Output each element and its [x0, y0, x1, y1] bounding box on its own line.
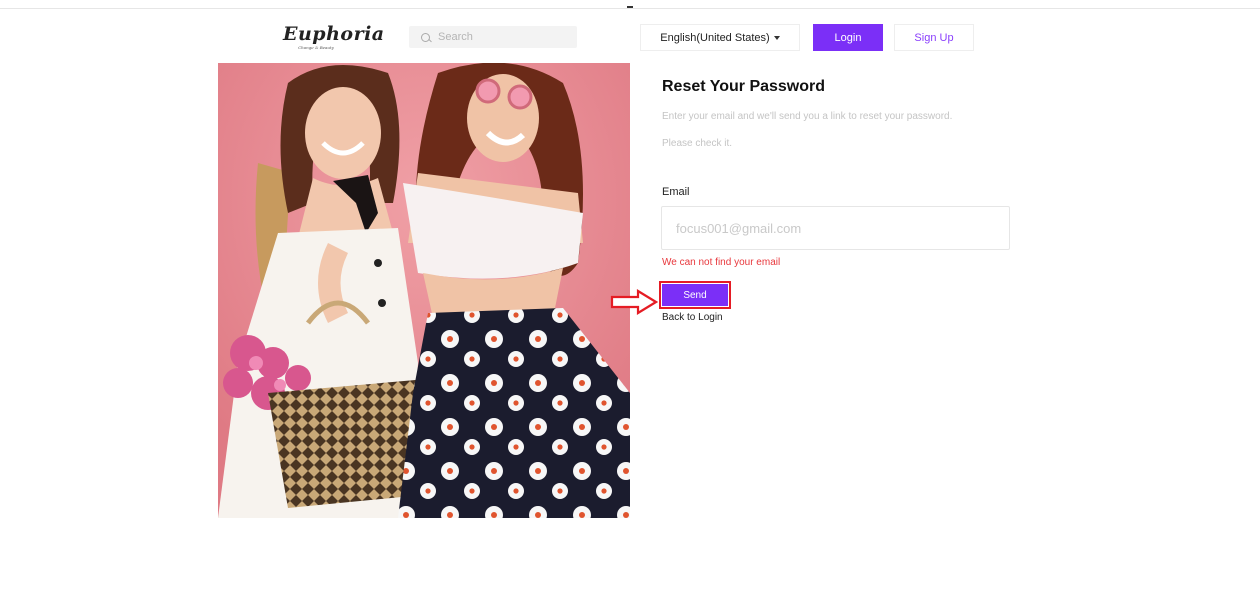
back-to-login-link[interactable]: Back to Login: [662, 312, 723, 323]
hero-illustration: [218, 63, 630, 518]
page-title: Reset Your Password: [662, 78, 826, 95]
description-note: Please check it.: [662, 138, 733, 149]
error-message: We can not find your email: [662, 257, 781, 268]
language-label: English(United States): [660, 31, 770, 44]
description-text: Enter your email and we'll send you a li…: [662, 111, 953, 122]
signup-button[interactable]: Sign Up: [894, 24, 974, 51]
email-label: Email: [662, 186, 690, 198]
search-icon: [421, 32, 430, 42]
hero-image: [218, 63, 630, 518]
caret-down-icon: [773, 36, 780, 40]
logo-tagline: Change & Beauty: [298, 45, 334, 50]
top-marker: [627, 6, 633, 8]
arrow-right-icon: [610, 289, 658, 315]
send-button[interactable]: Send: [662, 284, 728, 306]
logo-text: Euphoria: [283, 23, 385, 45]
email-field[interactable]: [661, 206, 1010, 250]
search-box[interactable]: [409, 26, 577, 48]
logo[interactable]: Euphoria Change & Beauty: [283, 23, 385, 52]
top-divider: [0, 8, 1260, 9]
search-input[interactable]: [438, 31, 568, 43]
language-selector[interactable]: English(United States): [640, 24, 800, 51]
login-button[interactable]: Login: [813, 24, 883, 51]
